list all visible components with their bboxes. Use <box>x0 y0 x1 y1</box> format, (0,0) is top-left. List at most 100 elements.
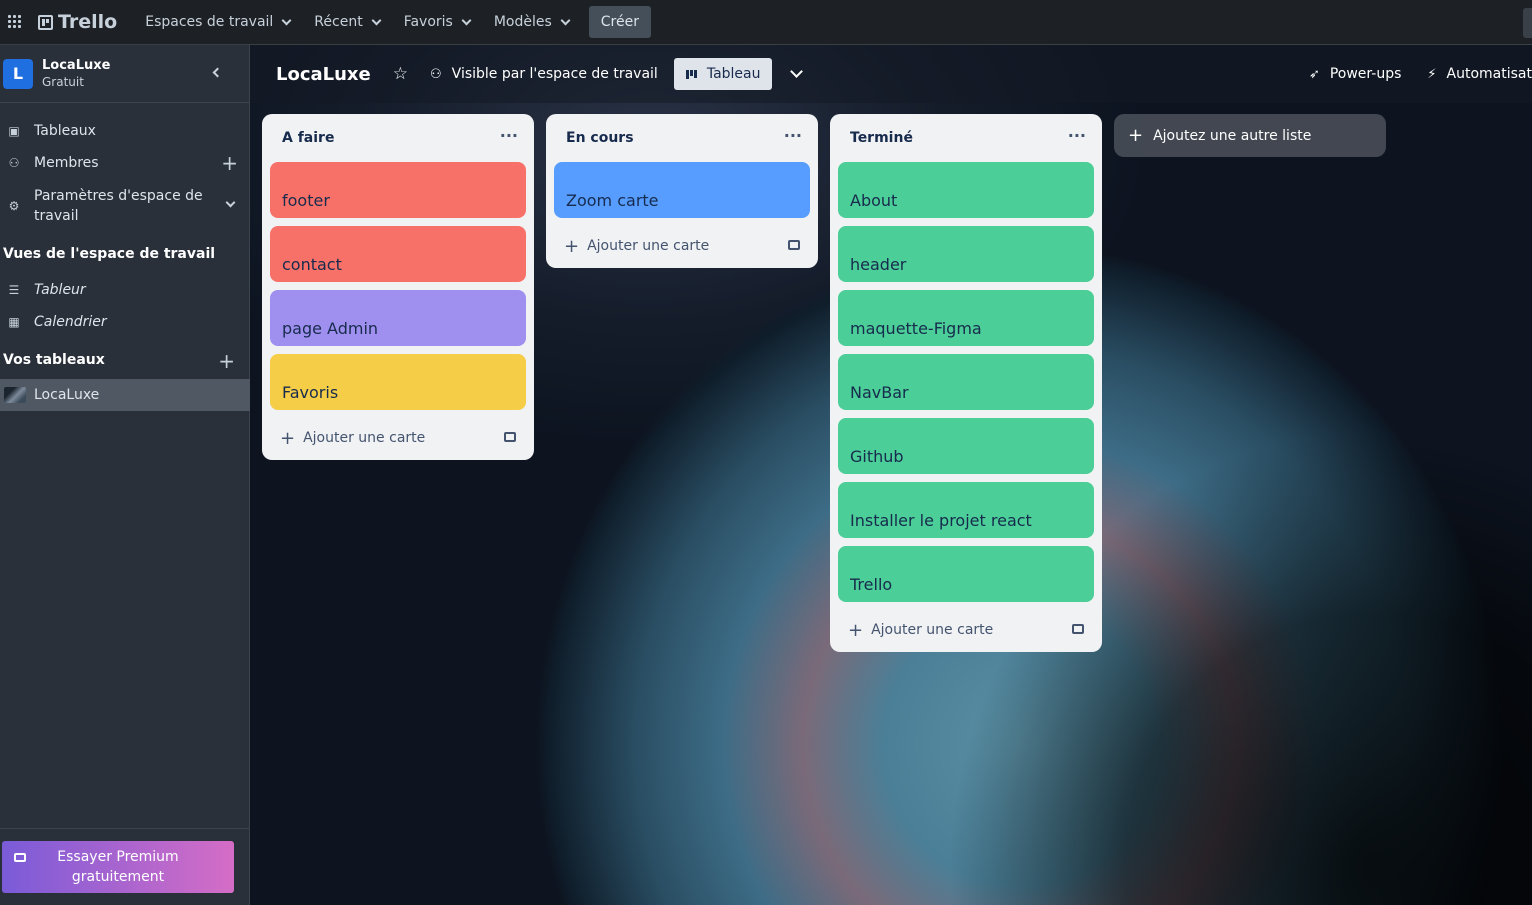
list-header[interactable]: En cours ··· <box>546 114 818 162</box>
your-boards-heading: Vos tableaux <box>3 352 105 368</box>
starred-menu[interactable]: Favoris <box>392 0 482 45</box>
chevron-down-icon <box>461 15 472 25</box>
card-title: Trello <box>850 575 893 594</box>
card[interactable]: header <box>838 226 1094 282</box>
card-title: header <box>850 255 907 274</box>
add-card-button[interactable]: + Ajouter une carte <box>262 416 534 460</box>
sidebar-board-localuxe[interactable]: LocaLuxe <box>0 379 250 411</box>
add-card-label: Ajouter une carte <box>587 238 710 254</box>
automation-button[interactable]: ⚡ Automatisat <box>1427 66 1532 82</box>
list-a-faire: A faire ··· footer contact page Admin Fa… <box>262 114 534 460</box>
sidebar-item-members[interactable]: ⚇ Membres + <box>0 153 250 173</box>
card-template-icon[interactable] <box>788 240 800 250</box>
card[interactable]: maquette-Figma <box>838 290 1094 346</box>
views-heading: Vues de l'espace de travail <box>3 246 216 262</box>
trello-logo[interactable]: Trello <box>38 11 117 33</box>
card[interactable]: Trello <box>838 546 1094 602</box>
try-premium-button[interactable]: Essayer Premium gratuitement <box>2 841 234 893</box>
chevron-down-icon <box>371 15 382 25</box>
card-title: NavBar <box>850 383 909 402</box>
workspace-sidebar: L LocaLuxe Gratuit ▣ Tableaux ⚇ Membres … <box>0 45 250 905</box>
card[interactable]: contact <box>270 226 526 282</box>
automation-label: Automatisat <box>1446 66 1532 82</box>
sidebar-item-boards[interactable]: ▣ Tableaux <box>0 121 250 141</box>
power-ups-label: Power-ups <box>1329 66 1402 82</box>
gear-icon: ⚙ <box>8 199 20 213</box>
list-header[interactable]: A faire ··· <box>262 114 534 162</box>
more-icon[interactable]: ··· <box>784 126 802 145</box>
board-view-button[interactable]: Tableau <box>673 58 773 90</box>
sidebar-item-table-view[interactable]: ☰ Tableur <box>0 280 250 300</box>
workspaces-menu-label: Espaces de travail <box>145 14 274 30</box>
board-title[interactable]: LocaLuxe <box>276 64 371 85</box>
chevron-down-icon[interactable] <box>225 197 236 208</box>
card-title: Favoris <box>282 383 339 402</box>
card-template-icon[interactable] <box>504 432 516 442</box>
card-title: contact <box>282 255 342 274</box>
card-title: About <box>850 191 898 210</box>
recent-menu[interactable]: Récent <box>302 0 391 45</box>
card[interactable]: NavBar <box>838 354 1094 410</box>
add-card-label: Ajouter une carte <box>871 622 994 638</box>
star-icon[interactable]: ☆ <box>393 64 408 84</box>
rocket-icon: ➶ <box>1308 66 1320 82</box>
add-member-icon[interactable]: + <box>221 153 238 173</box>
search-field-edge[interactable] <box>1523 8 1532 38</box>
list-title[interactable]: Terminé <box>850 130 913 146</box>
sidebar-item-settings[interactable]: ⚙ Paramètres d'espace de travail <box>0 185 250 227</box>
workspace-header: L LocaLuxe Gratuit <box>0 45 249 103</box>
templates-menu[interactable]: Modèles <box>482 0 581 45</box>
workspace-avatar: L <box>3 58 33 89</box>
app-switcher-icon[interactable] <box>8 15 22 29</box>
sidebar-board-label: LocaLuxe <box>34 387 100 403</box>
workspace-plan: Gratuit <box>42 75 84 89</box>
plus-icon: + <box>280 427 296 449</box>
add-list-button[interactable]: + Ajoutez une autre liste <box>1114 114 1386 157</box>
card[interactable]: Zoom carte <box>554 162 810 218</box>
sidebar-item-label: Calendrier <box>34 314 107 330</box>
collapse-sidebar-icon[interactable] <box>212 67 223 78</box>
card-title: page Admin <box>282 319 379 338</box>
card[interactable]: page Admin <box>270 290 526 346</box>
card[interactable]: Installer le projet react <box>838 482 1094 538</box>
power-ups-button[interactable]: ➶ Power-ups <box>1309 66 1401 82</box>
board-thumbnail <box>4 387 26 403</box>
list-termine: Terminé ··· About header maquette-Figma … <box>830 114 1102 652</box>
workspace-name: LocaLuxe <box>42 58 111 73</box>
sidebar-item-calendar-view[interactable]: ▦ Calendrier <box>0 312 250 332</box>
recent-menu-label: Récent <box>314 14 363 30</box>
list-header[interactable]: Terminé ··· <box>830 114 1102 162</box>
add-board-icon[interactable]: + <box>218 351 235 371</box>
person-icon: ⚇ <box>8 156 20 170</box>
sidebar-item-label: Membres <box>34 155 99 171</box>
chevron-down-icon <box>560 15 571 25</box>
lightning-icon: ⚡ <box>1427 66 1437 82</box>
card-template-icon[interactable] <box>1072 624 1084 634</box>
chevron-down-icon <box>281 15 292 25</box>
add-card-button[interactable]: + Ajouter une carte <box>830 608 1102 652</box>
list-title[interactable]: En cours <box>566 130 634 146</box>
sidebar-item-label: Tableur <box>34 282 86 298</box>
briefcase-icon <box>14 853 26 862</box>
card[interactable]: About <box>838 162 1094 218</box>
more-icon[interactable]: ··· <box>1068 126 1086 145</box>
plus-icon: + <box>1128 125 1144 146</box>
people-icon: ⚇ <box>430 66 442 82</box>
list-title[interactable]: A faire <box>282 130 334 146</box>
visibility-label: Visible par l'espace de travail <box>451 66 658 82</box>
create-button[interactable]: Créer <box>588 6 651 38</box>
chevron-down-icon[interactable] <box>790 64 804 78</box>
workspaces-menu[interactable]: Espaces de travail <box>133 0 302 45</box>
add-card-button[interactable]: + Ajouter une carte <box>546 224 818 268</box>
card-title: maquette-Figma <box>850 319 982 338</box>
more-icon[interactable]: ··· <box>500 126 518 145</box>
card[interactable]: footer <box>270 162 526 218</box>
visibility-button[interactable]: ⚇ Visible par l'espace de travail <box>430 66 658 82</box>
sidebar-divider <box>0 828 250 829</box>
premium-label-line1: Essayer Premium <box>57 849 179 865</box>
board-icon: ▣ <box>8 124 20 138</box>
card[interactable]: Github <box>838 418 1094 474</box>
board-view-label: Tableau <box>706 66 761 82</box>
board-canvas: LocaLuxe ☆ ⚇ Visible par l'espace de tra… <box>250 45 1532 905</box>
card[interactable]: Favoris <box>270 354 526 410</box>
